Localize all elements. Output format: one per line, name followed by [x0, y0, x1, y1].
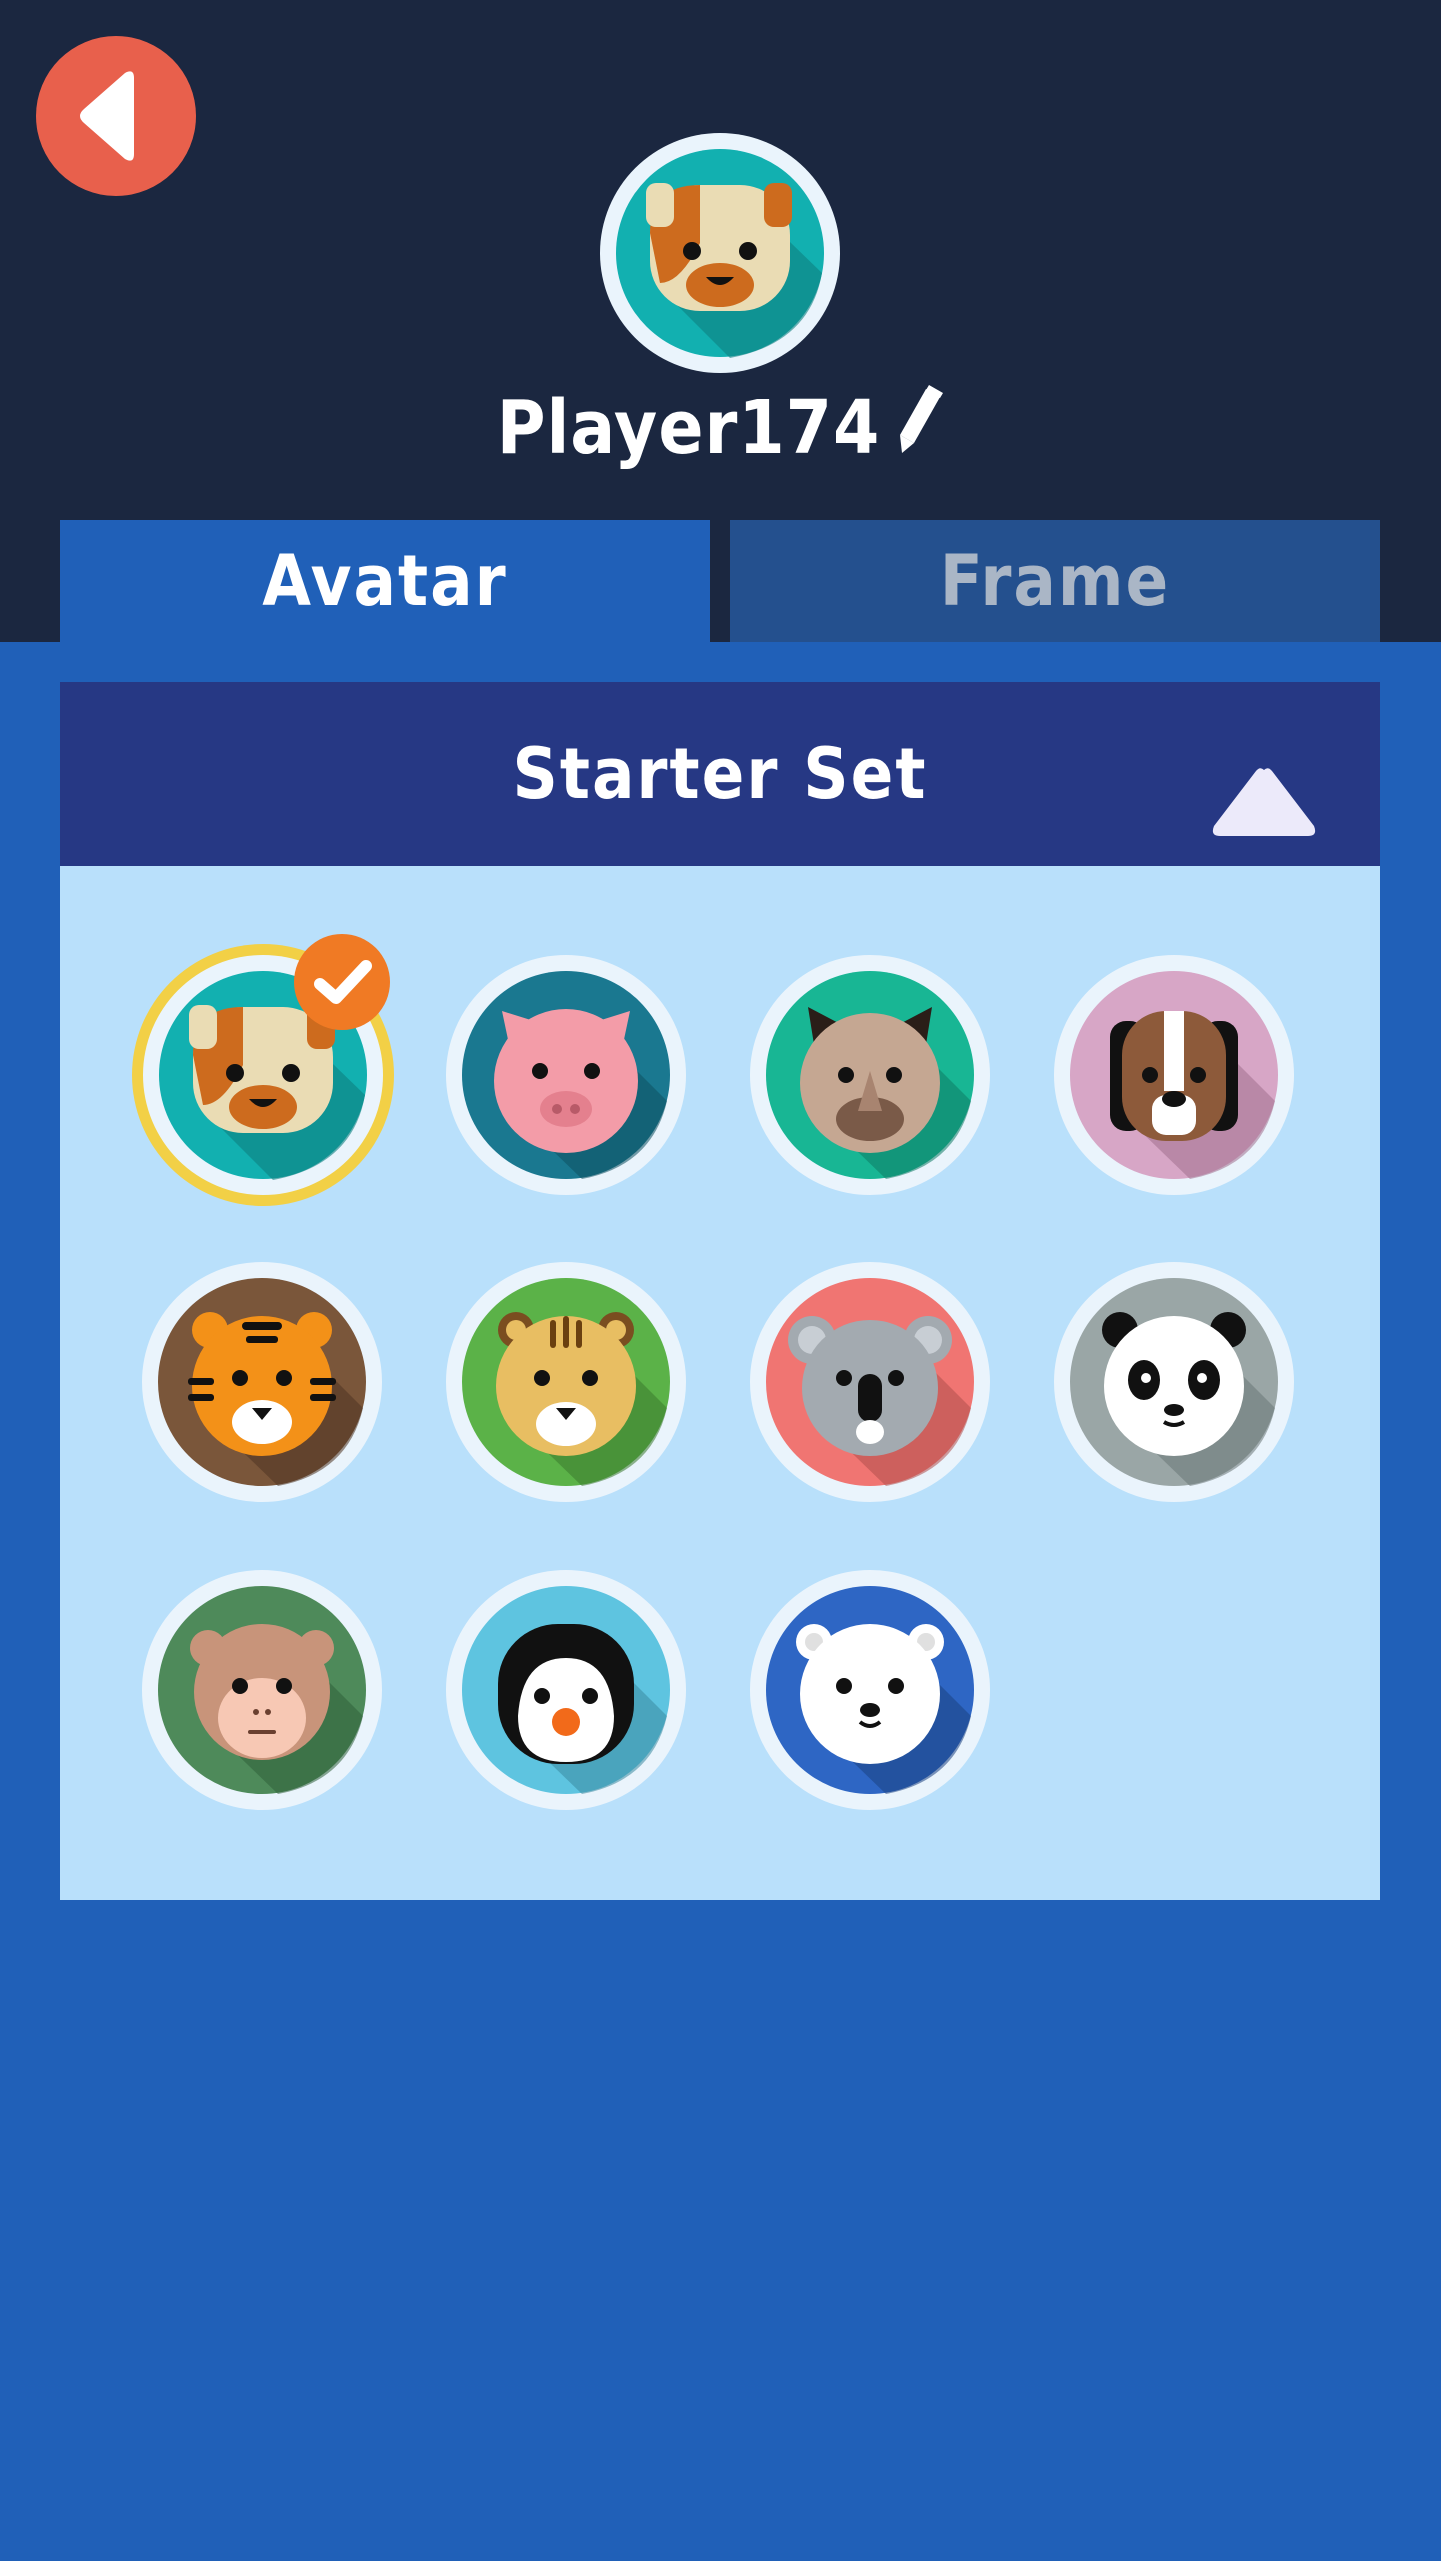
back-arrow-icon — [80, 71, 134, 161]
beagle-avatar-icon — [1070, 971, 1278, 1179]
tiger-avatar-icon — [158, 1278, 366, 1486]
monkey-avatar-icon — [158, 1586, 366, 1794]
section-title: Starter Set — [512, 733, 928, 815]
back-button[interactable] — [36, 36, 196, 196]
avatar-option-polar-bear[interactable] — [750, 1570, 990, 1810]
avatar-option-tiger[interactable] — [142, 1262, 382, 1502]
edit-name-pencil-icon[interactable] — [896, 382, 944, 482]
avatar-option-beagle[interactable] — [1054, 955, 1294, 1195]
player-name-row: Player174 — [0, 378, 1441, 482]
avatar-option-penguin[interactable] — [446, 1570, 686, 1810]
selected-check-icon — [294, 934, 390, 1030]
avatar-option-panda[interactable] — [1054, 1262, 1294, 1502]
player-name: Player174 — [496, 385, 881, 471]
avatar-panel: Starter Set — [60, 682, 1380, 1900]
bat-avatar-icon — [766, 971, 974, 1179]
panda-avatar-icon — [1070, 1278, 1278, 1486]
avatar-option-bat[interactable] — [750, 955, 990, 1195]
avatar-option-pig[interactable] — [446, 955, 686, 1195]
avatar-option-leopard[interactable] — [446, 1262, 686, 1502]
penguin-avatar-icon — [462, 1586, 670, 1794]
tab-avatar[interactable]: Avatar — [60, 520, 710, 642]
current-avatar[interactable] — [600, 133, 840, 373]
leopard-avatar-icon — [462, 1278, 670, 1486]
tab-frame[interactable]: Frame — [730, 520, 1380, 642]
avatar-option-koala[interactable] — [750, 1262, 990, 1502]
avatar-grid — [60, 866, 1380, 1900]
avatar-option-dog[interactable] — [132, 934, 394, 1206]
collapse-arrow-icon[interactable] — [1208, 728, 1320, 836]
koala-avatar-icon — [766, 1278, 974, 1486]
section-header[interactable]: Starter Set — [60, 682, 1380, 866]
polar-bear-avatar-icon — [766, 1586, 974, 1794]
dog-avatar-icon — [600, 133, 840, 373]
pig-avatar-icon — [462, 971, 670, 1179]
avatar-option-monkey[interactable] — [142, 1570, 382, 1810]
